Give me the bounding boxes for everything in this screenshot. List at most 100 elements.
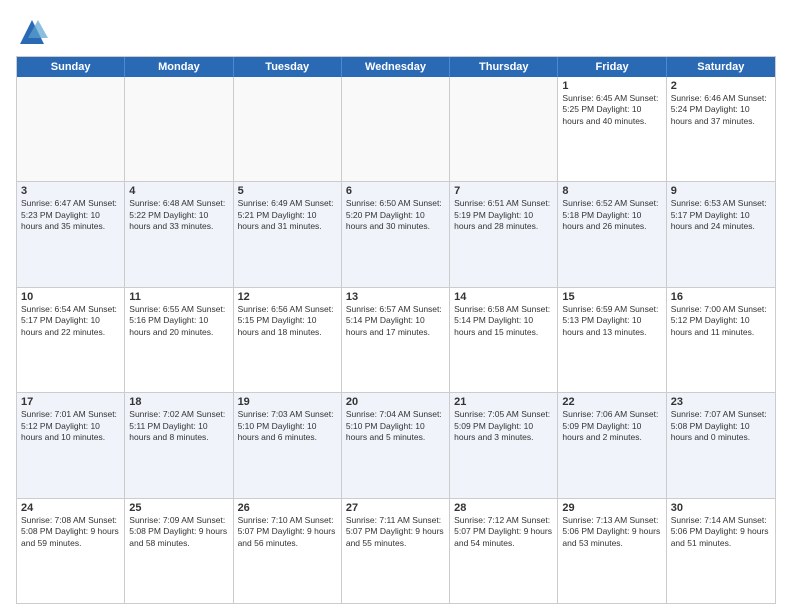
header-day-wednesday: Wednesday (342, 57, 450, 77)
day-info: Sunrise: 7:09 AM Sunset: 5:08 PM Dayligh… (129, 515, 228, 549)
day-number: 11 (129, 291, 228, 303)
cal-cell-empty-4 (450, 77, 558, 181)
day-number: 10 (21, 291, 120, 303)
day-info: Sunrise: 7:12 AM Sunset: 5:07 PM Dayligh… (454, 515, 553, 549)
day-number: 7 (454, 185, 553, 197)
day-info: Sunrise: 6:55 AM Sunset: 5:16 PM Dayligh… (129, 304, 228, 338)
cal-cell-7: 7Sunrise: 6:51 AM Sunset: 5:19 PM Daylig… (450, 182, 558, 286)
day-info: Sunrise: 7:04 AM Sunset: 5:10 PM Dayligh… (346, 409, 445, 443)
day-number: 28 (454, 502, 553, 514)
day-info: Sunrise: 7:05 AM Sunset: 5:09 PM Dayligh… (454, 409, 553, 443)
day-info: Sunrise: 7:01 AM Sunset: 5:12 PM Dayligh… (21, 409, 120, 443)
day-info: Sunrise: 6:52 AM Sunset: 5:18 PM Dayligh… (562, 198, 661, 232)
week-row-4: 17Sunrise: 7:01 AM Sunset: 5:12 PM Dayli… (17, 393, 775, 498)
day-info: Sunrise: 6:56 AM Sunset: 5:15 PM Dayligh… (238, 304, 337, 338)
day-number: 4 (129, 185, 228, 197)
cal-cell-23: 23Sunrise: 7:07 AM Sunset: 5:08 PM Dayli… (667, 393, 775, 497)
header (16, 16, 776, 48)
day-number: 12 (238, 291, 337, 303)
day-info: Sunrise: 7:13 AM Sunset: 5:06 PM Dayligh… (562, 515, 661, 549)
day-info: Sunrise: 7:11 AM Sunset: 5:07 PM Dayligh… (346, 515, 445, 549)
cal-cell-empty-1 (125, 77, 233, 181)
cal-cell-20: 20Sunrise: 7:04 AM Sunset: 5:10 PM Dayli… (342, 393, 450, 497)
calendar: SundayMondayTuesdayWednesdayThursdayFrid… (16, 56, 776, 604)
cal-cell-28: 28Sunrise: 7:12 AM Sunset: 5:07 PM Dayli… (450, 499, 558, 603)
day-number: 22 (562, 396, 661, 408)
day-info: Sunrise: 7:08 AM Sunset: 5:08 PM Dayligh… (21, 515, 120, 549)
day-number: 20 (346, 396, 445, 408)
cal-cell-empty-2 (234, 77, 342, 181)
header-day-saturday: Saturday (667, 57, 775, 77)
day-number: 26 (238, 502, 337, 514)
day-number: 21 (454, 396, 553, 408)
logo (16, 16, 52, 48)
day-info: Sunrise: 7:06 AM Sunset: 5:09 PM Dayligh… (562, 409, 661, 443)
cal-cell-3: 3Sunrise: 6:47 AM Sunset: 5:23 PM Daylig… (17, 182, 125, 286)
day-info: Sunrise: 6:58 AM Sunset: 5:14 PM Dayligh… (454, 304, 553, 338)
week-row-3: 10Sunrise: 6:54 AM Sunset: 5:17 PM Dayli… (17, 288, 775, 393)
cal-cell-4: 4Sunrise: 6:48 AM Sunset: 5:22 PM Daylig… (125, 182, 233, 286)
day-number: 9 (671, 185, 771, 197)
day-number: 1 (562, 80, 661, 92)
week-row-2: 3Sunrise: 6:47 AM Sunset: 5:23 PM Daylig… (17, 182, 775, 287)
day-number: 16 (671, 291, 771, 303)
cal-cell-9: 9Sunrise: 6:53 AM Sunset: 5:17 PM Daylig… (667, 182, 775, 286)
cal-cell-empty-0 (17, 77, 125, 181)
day-info: Sunrise: 6:50 AM Sunset: 5:20 PM Dayligh… (346, 198, 445, 232)
header-day-monday: Monday (125, 57, 233, 77)
calendar-body: 1Sunrise: 6:45 AM Sunset: 5:25 PM Daylig… (17, 77, 775, 603)
header-day-tuesday: Tuesday (234, 57, 342, 77)
day-number: 5 (238, 185, 337, 197)
cal-cell-18: 18Sunrise: 7:02 AM Sunset: 5:11 PM Dayli… (125, 393, 233, 497)
day-info: Sunrise: 7:14 AM Sunset: 5:06 PM Dayligh… (671, 515, 771, 549)
day-number: 19 (238, 396, 337, 408)
day-info: Sunrise: 7:03 AM Sunset: 5:10 PM Dayligh… (238, 409, 337, 443)
cal-cell-2: 2Sunrise: 6:46 AM Sunset: 5:24 PM Daylig… (667, 77, 775, 181)
day-info: Sunrise: 6:45 AM Sunset: 5:25 PM Dayligh… (562, 93, 661, 127)
cal-cell-19: 19Sunrise: 7:03 AM Sunset: 5:10 PM Dayli… (234, 393, 342, 497)
cal-cell-14: 14Sunrise: 6:58 AM Sunset: 5:14 PM Dayli… (450, 288, 558, 392)
day-number: 18 (129, 396, 228, 408)
day-info: Sunrise: 6:59 AM Sunset: 5:13 PM Dayligh… (562, 304, 661, 338)
header-day-thursday: Thursday (450, 57, 558, 77)
day-info: Sunrise: 6:54 AM Sunset: 5:17 PM Dayligh… (21, 304, 120, 338)
day-number: 2 (671, 80, 771, 92)
day-info: Sunrise: 7:10 AM Sunset: 5:07 PM Dayligh… (238, 515, 337, 549)
day-number: 30 (671, 502, 771, 514)
week-row-5: 24Sunrise: 7:08 AM Sunset: 5:08 PM Dayli… (17, 499, 775, 603)
cal-cell-10: 10Sunrise: 6:54 AM Sunset: 5:17 PM Dayli… (17, 288, 125, 392)
week-row-1: 1Sunrise: 6:45 AM Sunset: 5:25 PM Daylig… (17, 77, 775, 182)
cal-cell-22: 22Sunrise: 7:06 AM Sunset: 5:09 PM Dayli… (558, 393, 666, 497)
cal-cell-26: 26Sunrise: 7:10 AM Sunset: 5:07 PM Dayli… (234, 499, 342, 603)
cal-cell-27: 27Sunrise: 7:11 AM Sunset: 5:07 PM Dayli… (342, 499, 450, 603)
day-number: 3 (21, 185, 120, 197)
day-info: Sunrise: 7:02 AM Sunset: 5:11 PM Dayligh… (129, 409, 228, 443)
cal-cell-15: 15Sunrise: 6:59 AM Sunset: 5:13 PM Dayli… (558, 288, 666, 392)
logo-icon (16, 16, 48, 48)
day-number: 8 (562, 185, 661, 197)
day-number: 6 (346, 185, 445, 197)
cal-cell-30: 30Sunrise: 7:14 AM Sunset: 5:06 PM Dayli… (667, 499, 775, 603)
header-day-sunday: Sunday (17, 57, 125, 77)
header-day-friday: Friday (558, 57, 666, 77)
calendar-header: SundayMondayTuesdayWednesdayThursdayFrid… (17, 57, 775, 77)
day-number: 15 (562, 291, 661, 303)
day-info: Sunrise: 6:46 AM Sunset: 5:24 PM Dayligh… (671, 93, 771, 127)
day-number: 17 (21, 396, 120, 408)
day-number: 23 (671, 396, 771, 408)
cal-cell-empty-3 (342, 77, 450, 181)
cal-cell-29: 29Sunrise: 7:13 AM Sunset: 5:06 PM Dayli… (558, 499, 666, 603)
cal-cell-24: 24Sunrise: 7:08 AM Sunset: 5:08 PM Dayli… (17, 499, 125, 603)
cal-cell-12: 12Sunrise: 6:56 AM Sunset: 5:15 PM Dayli… (234, 288, 342, 392)
day-info: Sunrise: 6:57 AM Sunset: 5:14 PM Dayligh… (346, 304, 445, 338)
cal-cell-25: 25Sunrise: 7:09 AM Sunset: 5:08 PM Dayli… (125, 499, 233, 603)
cal-cell-5: 5Sunrise: 6:49 AM Sunset: 5:21 PM Daylig… (234, 182, 342, 286)
day-number: 25 (129, 502, 228, 514)
cal-cell-8: 8Sunrise: 6:52 AM Sunset: 5:18 PM Daylig… (558, 182, 666, 286)
day-info: Sunrise: 6:49 AM Sunset: 5:21 PM Dayligh… (238, 198, 337, 232)
day-info: Sunrise: 6:53 AM Sunset: 5:17 PM Dayligh… (671, 198, 771, 232)
cal-cell-6: 6Sunrise: 6:50 AM Sunset: 5:20 PM Daylig… (342, 182, 450, 286)
day-number: 27 (346, 502, 445, 514)
cal-cell-11: 11Sunrise: 6:55 AM Sunset: 5:16 PM Dayli… (125, 288, 233, 392)
day-info: Sunrise: 7:07 AM Sunset: 5:08 PM Dayligh… (671, 409, 771, 443)
